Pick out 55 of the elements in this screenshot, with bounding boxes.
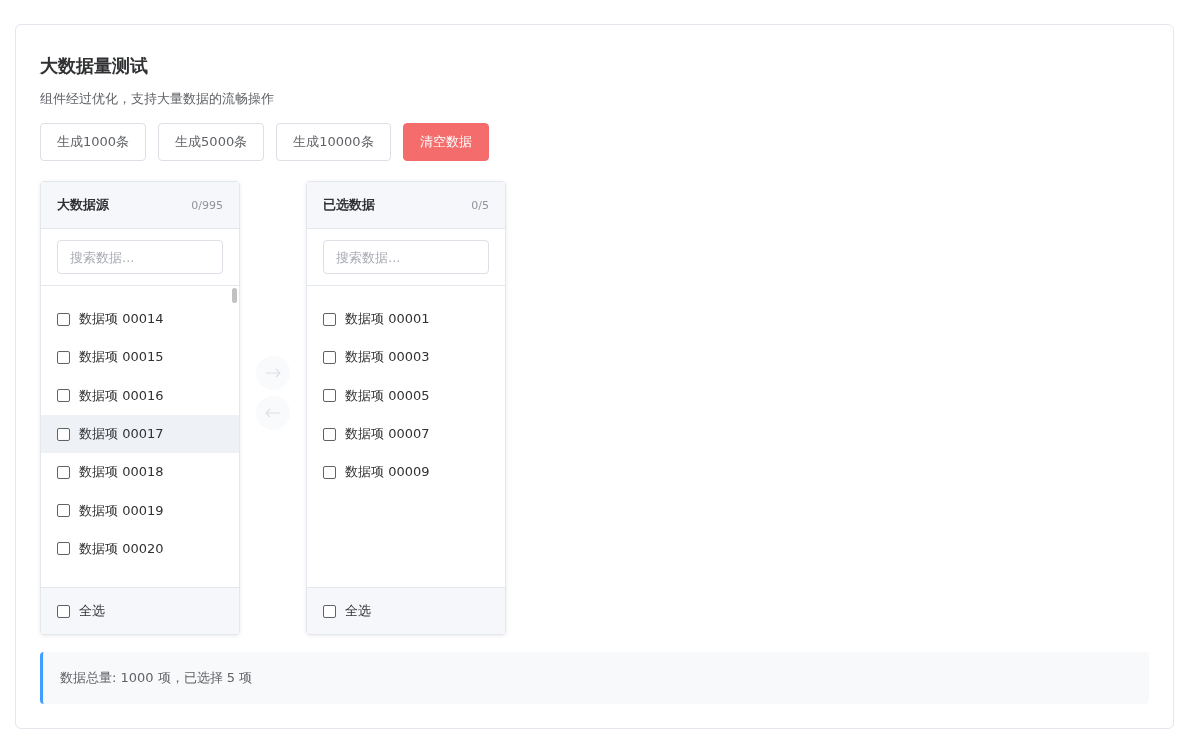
list-item[interactable]: 数据项 00019 (41, 491, 239, 530)
item-label: 数据项 00017 (79, 425, 164, 444)
list-item[interactable]: 数据项 00016 (41, 376, 239, 415)
checkbox[interactable] (323, 427, 336, 441)
checkbox[interactable] (57, 542, 70, 556)
list-item[interactable]: 数据项 00009 (307, 453, 505, 492)
panel-count: 0/5 (471, 198, 489, 212)
info-text: 数据总量: 1000 项，已选择 5 项 (60, 669, 253, 687)
checkbox[interactable] (57, 504, 70, 518)
list-item[interactable]: 数据项 00020 (41, 529, 239, 569)
list-item[interactable]: 数据项 00005 (307, 376, 505, 415)
item-label: 数据项 00015 (79, 348, 164, 367)
checkbox[interactable] (57, 427, 70, 441)
list-item[interactable]: 数据项 00018 (41, 453, 239, 492)
arrow-right-icon (265, 368, 281, 378)
section-description: 组件经过优化，支持大量数据的流畅操作 (40, 90, 275, 108)
item-label: 数据项 00019 (79, 501, 164, 520)
generate-button[interactable]: 生成1000条 (40, 123, 147, 161)
select-all-label: 全选 (345, 602, 371, 620)
panel-title: 大数据源 (57, 196, 109, 214)
generate-button[interactable]: 生成10000条 (276, 123, 391, 161)
checkbox[interactable] (57, 389, 70, 403)
checkbox[interactable] (323, 465, 336, 479)
generate-button[interactable]: 生成5000条 (158, 123, 265, 161)
list-item[interactable]: 数据项 00007 (307, 414, 505, 454)
scrollbar-thumb[interactable] (232, 288, 237, 303)
list-item[interactable]: 数据项 00015 (41, 338, 239, 377)
item-label: 数据项 00005 (345, 386, 430, 405)
item-label: 数据项 00014 (79, 310, 164, 329)
checkbox[interactable] (323, 389, 336, 403)
search-field[interactable]: 搜索数据... (57, 240, 223, 274)
item-label: 数据项 00003 (345, 348, 430, 367)
search-field[interactable]: 搜索数据... (323, 240, 489, 274)
checkbox[interactable] (323, 604, 336, 618)
select-all-label: 全选 (79, 602, 105, 620)
checkbox[interactable] (323, 312, 336, 326)
item-label: 数据项 00007 (345, 425, 430, 444)
checkbox[interactable] (57, 465, 70, 479)
item-label: 数据项 00001 (345, 310, 430, 329)
list-item[interactable]: 数据项 00017 (41, 414, 239, 454)
item-label: 数据项 00018 (79, 463, 164, 482)
panel-title: 已选数据 (323, 196, 375, 214)
section-title: 大数据量测试 (40, 54, 149, 78)
arrow-left-icon (265, 408, 281, 418)
item-label: 数据项 00016 (79, 386, 164, 405)
checkbox[interactable] (57, 604, 70, 618)
list-item[interactable]: 数据项 00014 (41, 300, 239, 339)
checkbox[interactable] (57, 312, 70, 326)
list-item[interactable]: 数据项 00001 (307, 300, 505, 339)
checkbox[interactable] (57, 350, 70, 364)
item-label: 数据项 00020 (79, 539, 164, 558)
list-item[interactable]: 数据项 00003 (307, 338, 505, 377)
item-label: 数据项 00009 (345, 463, 430, 482)
checkbox[interactable] (323, 350, 336, 364)
panel-count: 0/995 (191, 198, 223, 212)
